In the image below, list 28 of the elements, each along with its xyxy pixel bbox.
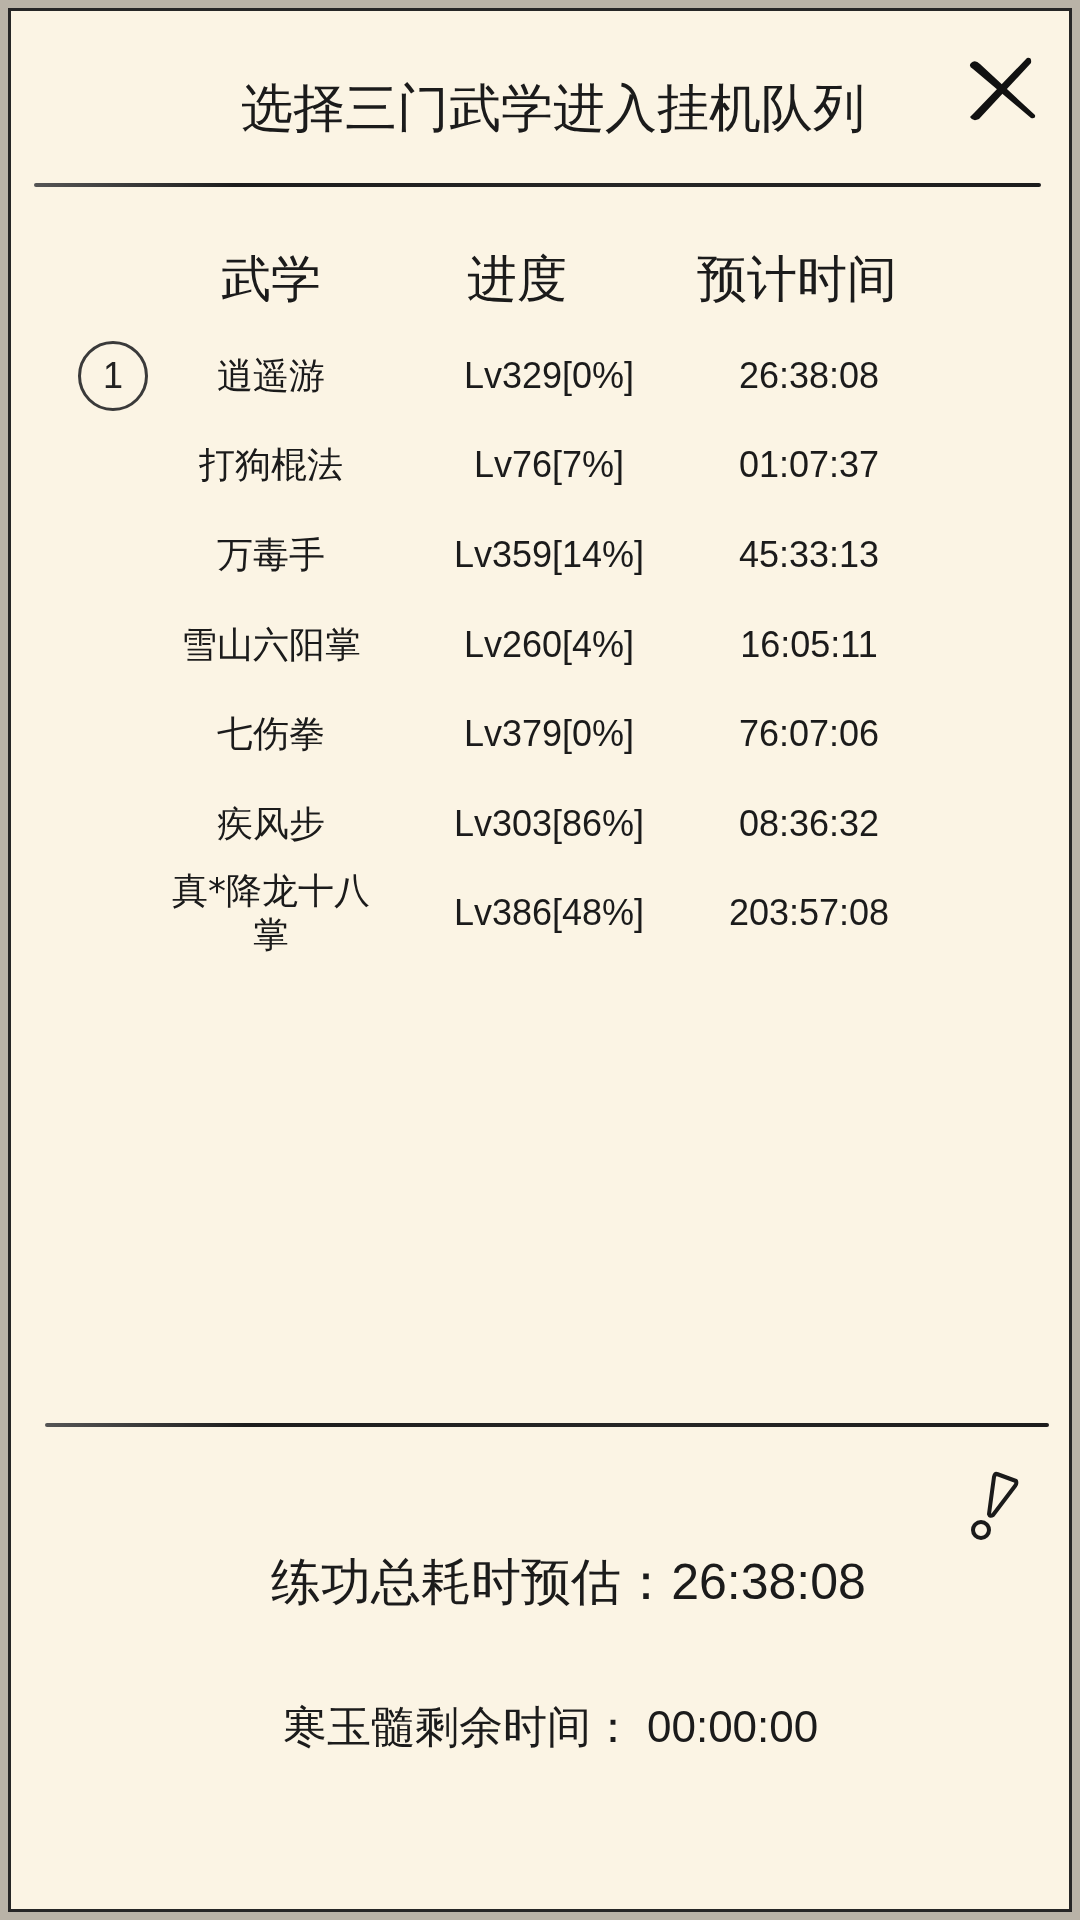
estimated-time: 76:07:06 [738, 712, 880, 757]
estimated-time: 08:36:32 [738, 801, 880, 846]
skill-name[interactable]: 打狗棍法 [199, 443, 343, 488]
remaining-time: 寒玉髓剩余时间： 00:00:00 [282, 1702, 819, 1752]
skill-level-text: Lv379[0%] [463, 712, 635, 757]
skill-level-text: Lv359[14%] [453, 533, 645, 577]
skill-level-text: Lv76[7%] [473, 443, 625, 488]
dialog-title: 选择三门武学进入挂机队列 [241, 76, 865, 140]
estimated-time: 16:05:11 [740, 622, 878, 667]
skill-name[interactable]: 真*降龙十八掌 [163, 869, 379, 958]
skill-name[interactable]: 雪山六阳掌 [181, 622, 361, 667]
estimated-time: 45:33:13 [738, 533, 880, 577]
total-time-estimate: 练功总耗时预估：26:38:08 [271, 1553, 866, 1612]
estimated-time: 203:57:08 [728, 891, 890, 936]
skill-level-text: Lv303[86%] [453, 801, 645, 846]
column-header: 进度 [467, 249, 567, 309]
estimated-time: 01:07:37 [738, 443, 880, 488]
skill-name[interactable]: 万毒手 [217, 533, 325, 577]
skill-name[interactable]: 七伤拳 [217, 712, 325, 757]
skill-level-text: Lv329[0%] [463, 353, 635, 398]
queue-number: 1 [78, 340, 148, 411]
skill-name[interactable]: 疾风步 [217, 801, 325, 846]
estimated-time: 26:38:08 [738, 353, 880, 398]
skill-level-text: Lv260[4%] [463, 622, 635, 667]
column-header: 武学 [221, 249, 321, 309]
skill-level-text: Lv386[48%] [453, 891, 645, 936]
skill-name[interactable]: 逍遥游 [217, 353, 325, 398]
column-header: 预计时间 [697, 249, 897, 309]
